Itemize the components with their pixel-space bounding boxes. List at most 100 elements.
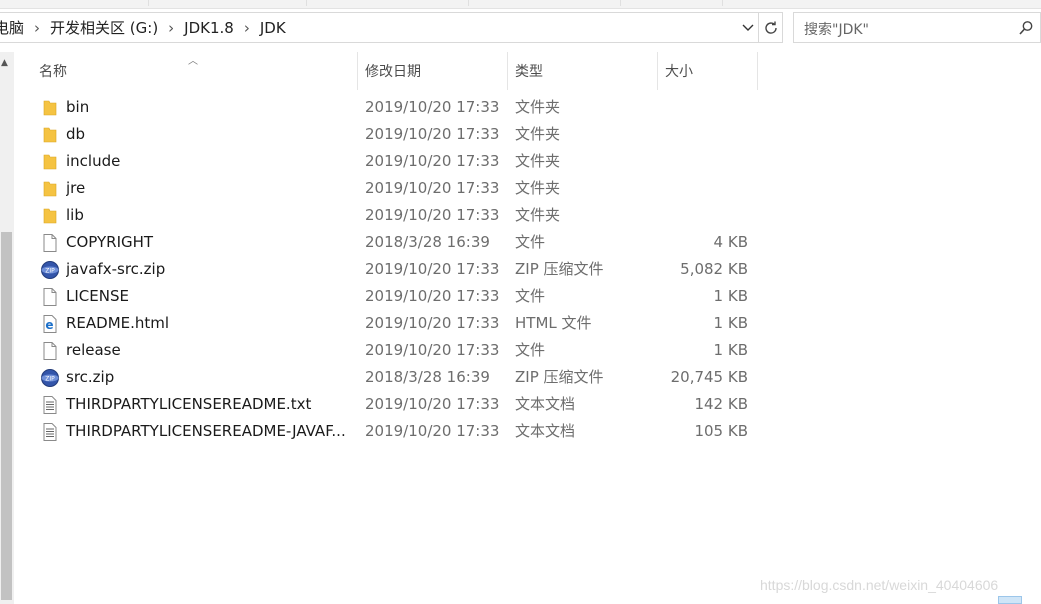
file-name: include	[66, 152, 121, 170]
tab-strip-segment	[148, 0, 307, 6]
file-type: 文本文档	[515, 395, 576, 413]
file-size	[604, 148, 748, 175]
search-box[interactable]: 搜索"JDK"	[793, 12, 1041, 43]
column-header-type[interactable]: 类型	[508, 52, 658, 90]
file-size: 105 KB	[694, 422, 748, 440]
breadcrumb-separator-icon[interactable]: ›	[244, 19, 250, 37]
file-row[interactable]: LICENSE 2019/10/20 17:33 文件 1 KB	[14, 283, 758, 310]
file-row[interactable]: THIRDPARTYLICENSEREADME-JAVAF... 2019/10…	[14, 418, 758, 445]
file-type: HTML 文件	[515, 314, 592, 332]
scrollbar-thumb[interactable]	[1, 232, 12, 600]
file-size: 5,082 KB	[680, 260, 748, 278]
scroll-up-icon[interactable]: ▲	[1, 58, 8, 68]
breadcrumb-drive[interactable]: 开发相关区 (G:)	[50, 17, 158, 38]
file-row[interactable]: release 2019/10/20 17:33 文件 1 KB	[14, 337, 758, 364]
file-type: 文本文档	[515, 422, 576, 440]
html-file-icon: e	[40, 314, 60, 334]
file-type: 文件夹	[515, 206, 561, 224]
text-file-icon	[40, 395, 60, 415]
column-header-size-label: 大小	[665, 64, 693, 80]
file-row[interactable]: include 2019/10/20 17:33 文件夹	[14, 148, 758, 175]
file-date: 2019/10/20 17:33	[365, 314, 500, 332]
file-date: 2019/10/20 17:33	[365, 206, 500, 224]
file-name: THIRDPARTYLICENSEREADME.txt	[66, 395, 312, 413]
file-type: 文件	[515, 233, 546, 251]
file-name: COPYRIGHT	[66, 233, 154, 251]
watermark-text: https://blog.csdn.net/weixin_40404606	[760, 577, 999, 593]
top-strip	[0, 0, 1041, 9]
file-date: 2019/10/20 17:33	[365, 152, 500, 170]
file-size	[604, 121, 748, 148]
file-size: 20,745 KB	[670, 368, 748, 386]
address-dropdown-icon[interactable]	[738, 13, 758, 42]
folder-icon	[40, 179, 60, 199]
breadcrumb-this-pc[interactable]: 电脑	[0, 17, 24, 38]
file-type: 文件夹	[515, 152, 561, 170]
file-row[interactable]: db 2019/10/20 17:33 文件夹	[14, 121, 758, 148]
file-date: 2019/10/20 17:33	[365, 125, 500, 143]
file-type: 文件夹	[515, 179, 561, 197]
zip-icon: ZIP	[40, 368, 60, 388]
breadcrumb-jdk18[interactable]: JDK1.8	[184, 19, 234, 37]
file-row[interactable]: ZIP javafx-src.zip 2019/10/20 17:33 ZIP …	[14, 256, 758, 283]
search-icon[interactable]	[1018, 20, 1034, 40]
file-size: 142 KB	[694, 395, 748, 413]
file-name: javafx-src.zip	[66, 260, 166, 278]
tab-strip-segment	[0, 0, 149, 6]
file-size	[604, 175, 748, 202]
column-header-type-label: 类型	[515, 64, 543, 80]
breadcrumb-separator-icon[interactable]: ›	[34, 19, 40, 37]
file-type: ZIP 压缩文件	[515, 368, 604, 386]
file-date: 2018/3/28 16:39	[365, 368, 490, 386]
file-name: README.html	[66, 314, 170, 332]
file-date: 2019/10/20 17:33	[365, 395, 500, 413]
file-row[interactable]: ZIP src.zip 2018/3/28 16:39 ZIP 压缩文件 20,…	[14, 364, 758, 391]
svg-text:ZIP: ZIP	[45, 376, 55, 383]
column-header-date-label: 修改日期	[365, 64, 421, 80]
breadcrumb-separator-icon[interactable]: ›	[168, 19, 174, 37]
breadcrumb-jdk[interactable]: JDK	[260, 19, 286, 37]
file-icon	[40, 233, 60, 253]
file-type: 文件	[515, 341, 546, 359]
file-date: 2019/10/20 17:33	[365, 260, 500, 278]
file-date: 2019/10/20 17:33	[365, 341, 500, 359]
file-name: lib	[66, 206, 84, 224]
file-date: 2019/10/20 17:33	[365, 422, 500, 440]
file-icon	[40, 287, 60, 307]
view-toggle-button[interactable]	[998, 596, 1022, 604]
file-date: 2019/10/20 17:33	[365, 179, 500, 197]
folder-icon	[40, 152, 60, 172]
file-date: 2019/10/20 17:33	[365, 98, 500, 116]
folder-icon	[40, 98, 60, 118]
vertical-scrollbar[interactable]: ▲	[0, 52, 14, 604]
file-type: 文件	[515, 287, 546, 305]
search-placeholder[interactable]: 搜索"JDK"	[804, 19, 869, 39]
file-row[interactable]: e README.html 2019/10/20 17:33 HTML 文件 1…	[14, 310, 758, 337]
tab-strip-segment	[620, 0, 723, 6]
file-row[interactable]: COPYRIGHT 2018/3/28 16:39 文件 4 KB	[14, 229, 758, 256]
file-name: bin	[66, 98, 90, 116]
column-header-name[interactable]: 名称	[32, 52, 358, 90]
file-type: ZIP 压缩文件	[515, 260, 604, 278]
column-header-name-label: 名称	[39, 64, 67, 80]
file-icon	[40, 341, 60, 361]
file-name: db	[66, 125, 86, 143]
address-bar[interactable]: 电脑 › 开发相关区 (G:) › JDK1.8 › JDK	[0, 12, 759, 43]
file-size: 4 KB	[713, 233, 748, 251]
file-name: THIRDPARTYLICENSEREADME-JAVAF...	[66, 422, 346, 440]
file-row[interactable]: jre 2019/10/20 17:33 文件夹	[14, 175, 758, 202]
folder-icon	[40, 125, 60, 145]
file-name: jre	[66, 179, 86, 197]
column-header-date[interactable]: 修改日期	[358, 52, 508, 90]
file-name: src.zip	[66, 368, 115, 386]
file-row[interactable]: THIRDPARTYLICENSEREADME.txt 2019/10/20 1…	[14, 391, 758, 418]
refresh-icon[interactable]	[759, 12, 783, 43]
column-header-size[interactable]: 大小	[658, 52, 758, 90]
svg-text:e: e	[45, 318, 53, 332]
file-row[interactable]: lib 2019/10/20 17:33 文件夹	[14, 202, 758, 229]
folder-icon	[40, 206, 60, 226]
file-name: release	[66, 341, 121, 359]
column-header: ︿ 名称 修改日期 类型 大小	[14, 52, 758, 90]
file-row[interactable]: bin 2019/10/20 17:33 文件夹	[14, 94, 758, 121]
svg-text:ZIP: ZIP	[45, 268, 55, 275]
